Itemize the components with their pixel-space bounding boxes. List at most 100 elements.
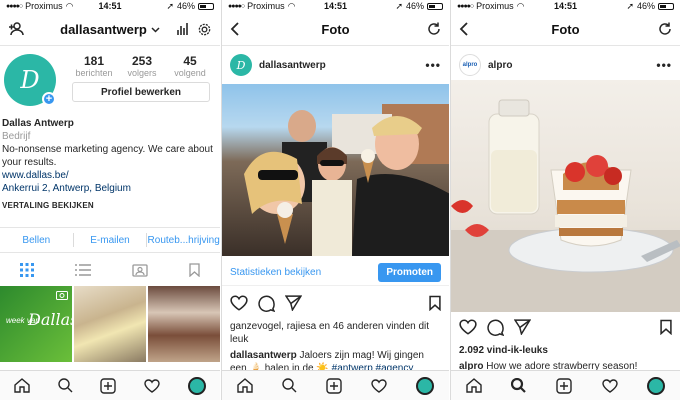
profile-name: Dallas Antwerp: [2, 118, 74, 129]
activity-icon[interactable]: [371, 378, 387, 393]
heart-icon[interactable]: [459, 319, 477, 335]
grid-icon[interactable]: [20, 263, 35, 277]
battery-icon: [658, 2, 674, 10]
carrier: Proximus: [247, 1, 285, 11]
dallas-logo: Dallas: [28, 310, 72, 329]
post-action-icons: [451, 316, 680, 338]
back-icon[interactable]: [459, 22, 469, 36]
people-eating-ice-cream-image: [244, 104, 449, 256]
post-detail-screen: ●●●●○ Proximus ◠ 14:51 ➚ 46% Foto D dallasa…: [221, 0, 449, 400]
bookmark-icon[interactable]: [660, 319, 672, 335]
author-username[interactable]: alpro: [488, 60, 656, 71]
post-author: alpro alpro •••: [451, 50, 680, 80]
carrier: Proximus: [25, 1, 63, 11]
list-icon[interactable]: [75, 264, 92, 276]
search-icon[interactable]: [57, 378, 73, 393]
signal-icon: ●●●●○: [6, 2, 23, 10]
battery-percent: 46%: [176, 1, 195, 11]
post-author: D dallasantwerp •••: [222, 50, 449, 80]
post-grid: week van Dallas: [0, 286, 220, 362]
refresh-icon[interactable]: [427, 22, 441, 36]
more-icon[interactable]: •••: [656, 58, 672, 72]
activity-icon[interactable]: [144, 378, 160, 393]
add-post-icon[interactable]: [100, 377, 117, 394]
tagged-icon[interactable]: [132, 263, 148, 277]
more-icon[interactable]: •••: [425, 58, 441, 72]
call-button[interactable]: Bellen: [0, 235, 73, 246]
bottom-tab-bar: [222, 370, 449, 400]
battery-percent: 46%: [405, 1, 424, 11]
wifi-icon: ◠: [65, 0, 74, 11]
insights-icon[interactable]: [176, 22, 190, 36]
followers-label: volgers: [127, 68, 157, 78]
settings-icon[interactable]: [197, 22, 212, 37]
following-stat[interactable]: 45 volgend: [168, 54, 212, 78]
location-icon: ➚: [626, 0, 634, 11]
signal-icon: ●●●●○: [228, 2, 245, 10]
add-user-icon[interactable]: [8, 22, 24, 36]
posts-label: berichten: [75, 68, 113, 78]
add-post-icon[interactable]: [556, 377, 572, 394]
signal-icon: ●●●●○: [457, 2, 474, 10]
likes-count[interactable]: 2.092 vind-ik-leuks: [459, 344, 674, 357]
grid-post-thumbnail[interactable]: [148, 286, 220, 362]
home-icon[interactable]: [236, 378, 253, 393]
edit-profile-button[interactable]: Profiel bewerken: [72, 82, 210, 102]
profile-tab-avatar[interactable]: [416, 376, 435, 395]
profile-category: Bedrijf: [2, 131, 31, 142]
home-icon[interactable]: [466, 378, 482, 393]
posts-count: 181: [83, 54, 105, 68]
likes-summary[interactable]: ganzevogel, rajiesa en 46 anderen vinden…: [230, 320, 443, 346]
address-link[interactable]: Ankerrui 2, Antwerp, Belgium: [2, 182, 216, 195]
directions-button[interactable]: Routeb...hrijving: [147, 235, 220, 246]
post-photo[interactable]: [222, 84, 449, 256]
clock: 14:51: [323, 1, 348, 11]
comment-icon[interactable]: [258, 295, 275, 312]
post-header: Foto: [222, 14, 449, 46]
profile-header: dallasantwerp: [0, 14, 220, 46]
followers-stat[interactable]: 253 volgers: [120, 54, 164, 78]
insights-bar: Statistieken bekijken Promoten: [222, 260, 449, 286]
profile-username[interactable]: dallasantwerp: [60, 22, 147, 37]
website-link[interactable]: www.dallas.be/: [2, 169, 216, 182]
post-detail-screen: ●●●●○ Proximus ◠ 14:51 ➚ 46% Foto alpro alp…: [450, 0, 680, 400]
wifi-icon: ◠: [516, 0, 525, 11]
battery-icon: [198, 2, 214, 10]
search-icon[interactable]: [511, 378, 527, 393]
contact-actions: Bellen E-mailen Routeb...hrijving: [0, 227, 220, 253]
home-icon[interactable]: [14, 378, 30, 393]
back-icon[interactable]: [230, 22, 240, 36]
add-story-icon[interactable]: +: [42, 92, 56, 106]
followers-count: 253: [131, 54, 153, 68]
profile-tab-avatar[interactable]: [188, 376, 207, 395]
bookmark-icon[interactable]: [429, 295, 441, 311]
caption-username[interactable]: dallasantwerp: [230, 350, 297, 361]
heart-icon[interactable]: [230, 295, 248, 311]
grid-post-thumbnail[interactable]: week van Dallas: [0, 286, 72, 362]
author-avatar[interactable]: D: [230, 54, 252, 76]
search-icon[interactable]: [282, 378, 297, 393]
promote-button[interactable]: Promoten: [378, 263, 441, 282]
post-photo[interactable]: [451, 80, 680, 312]
chevron-down-icon[interactable]: [151, 26, 160, 33]
refresh-icon[interactable]: [658, 22, 672, 36]
status-bar: ●●●●○ Proximus ◠ 14:51 ➚ 46%: [222, 0, 449, 12]
strawberry-yoghurt-parfait-image: [451, 99, 680, 312]
clock: 14:51: [98, 1, 122, 11]
profile-tab-avatar[interactable]: [647, 376, 666, 395]
share-icon[interactable]: [514, 319, 531, 335]
activity-icon[interactable]: [601, 378, 618, 393]
profile-bio: Dallas Antwerp Bedrijf No-nonsense marke…: [2, 117, 216, 212]
email-button[interactable]: E-mailen: [74, 235, 147, 246]
saved-bookmark-icon[interactable]: [188, 263, 200, 277]
share-icon[interactable]: [285, 295, 302, 311]
author-username[interactable]: dallasantwerp: [259, 60, 425, 71]
battery-icon: [427, 2, 443, 10]
author-avatar[interactable]: alpro: [459, 54, 481, 76]
grid-post-thumbnail[interactable]: [74, 286, 146, 362]
view-insights-link[interactable]: Statistieken bekijken: [230, 267, 321, 278]
profile-screen: ●●●●○ Proximus ◠ 14:51 ➚ 46% dallasantwerp …: [0, 0, 220, 400]
see-translation-link[interactable]: VERTALING BEKIJKEN: [2, 199, 216, 212]
comment-icon[interactable]: [487, 319, 504, 336]
add-post-icon[interactable]: [326, 377, 342, 394]
